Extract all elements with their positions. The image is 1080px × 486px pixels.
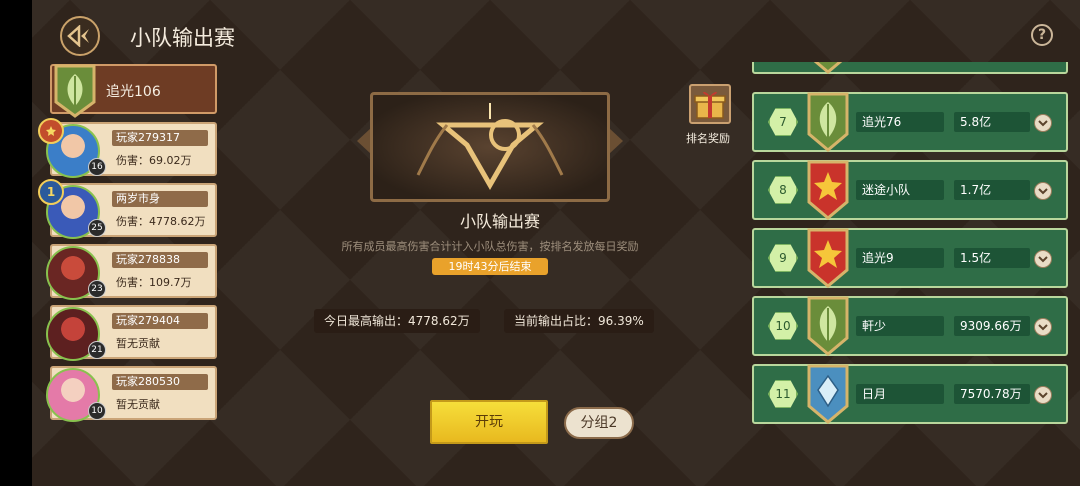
leaf-emblem-icon xyxy=(807,296,849,356)
member-name: 两岁市身 xyxy=(112,191,208,207)
banner-ornament-right xyxy=(609,128,623,154)
banner-ornament-left xyxy=(357,128,371,154)
member-card[interactable]: 16 玩家279317 伤害：69.02万 xyxy=(38,118,217,178)
member-damage: 暂无贡献 xyxy=(116,398,160,411)
team-name: 迷途小队 xyxy=(856,180,944,200)
rank-number: 11 xyxy=(768,380,798,408)
rank-number: 10 xyxy=(768,312,798,340)
help-button[interactable]: ? xyxy=(1031,24,1053,46)
ranking-row[interactable]: 8 迷途小队 1.7亿 xyxy=(752,160,1068,220)
event-banner xyxy=(370,92,610,202)
team-name: 追光76 xyxy=(856,112,944,132)
chevron-down-icon[interactable] xyxy=(1034,250,1052,268)
ranking-row[interactable]: 9 追光9 1.5亿 xyxy=(752,228,1068,288)
rank-number: 9 xyxy=(768,244,798,272)
ranking-list[interactable]: 7 追光76 5.8亿 8 迷途小队 1.7亿 9 追光9 1.5亿 10 軒少… xyxy=(746,62,1076,486)
back-button[interactable] xyxy=(60,16,100,56)
group-button[interactable]: 分组2 xyxy=(564,407,634,439)
team-name: 追光106 xyxy=(106,84,161,100)
rank-medal-1: 1 xyxy=(38,179,64,205)
rank-number: 8 xyxy=(768,176,798,204)
member-name: 玩家279404 xyxy=(112,313,208,329)
chevron-down-icon[interactable] xyxy=(1034,114,1052,132)
team-output: 1.7亿 xyxy=(954,180,1030,200)
team-name: 日月 xyxy=(856,384,944,404)
team-name: 軒少 xyxy=(856,316,944,336)
screen: 小队输出赛 ? 追光106 16 玩家279317 伤害：69.02万 1 25… xyxy=(0,0,1080,486)
gift-icon xyxy=(694,91,726,119)
star-emblem-icon xyxy=(807,228,849,288)
rank-medal-icon xyxy=(38,118,64,144)
play-button[interactable]: 开玩 xyxy=(430,400,548,444)
level-badge: 23 xyxy=(88,280,106,298)
leaf-emblem-icon xyxy=(54,64,96,118)
star-emblem-icon xyxy=(807,160,849,220)
chevron-down-icon[interactable] xyxy=(1034,182,1052,200)
event-timer: 19时43分后结束 xyxy=(432,258,548,275)
current-output-ratio: 当前输出占比：96.39% xyxy=(504,309,654,333)
ranking-row[interactable]: 7 追光76 5.8亿 xyxy=(752,92,1068,152)
team-name: 追光9 xyxy=(856,248,944,268)
member-name: 玩家278838 xyxy=(112,252,208,268)
ranking-row[interactable]: 11 日月 7570.78万 xyxy=(752,364,1068,424)
team-output: 7570.78万 xyxy=(954,384,1030,404)
event-emblem-icon xyxy=(416,103,564,191)
leaf-emblem-icon xyxy=(807,92,849,152)
today-max-output: 今日最高输出：4778.62万 xyxy=(314,309,480,333)
chevron-down-icon[interactable] xyxy=(1034,318,1052,336)
team-output: 1.5亿 xyxy=(954,248,1030,268)
rank-reward-button[interactable] xyxy=(689,84,731,124)
member-damage: 伤害：109.7万 xyxy=(116,276,192,289)
level-badge: 16 xyxy=(88,158,106,176)
member-name: 玩家279317 xyxy=(112,130,208,146)
rank-number: 7 xyxy=(768,108,798,136)
chevron-down-icon[interactable] xyxy=(1034,386,1052,404)
rank-reward-label: 排名奖励 xyxy=(686,132,730,145)
member-card[interactable]: 21 玩家279404 暂无贡献 xyxy=(46,305,217,361)
member-damage: 伤害：69.02万 xyxy=(116,154,192,167)
ranking-row-partial[interactable] xyxy=(752,62,1068,74)
level-badge: 10 xyxy=(88,402,106,420)
level-badge: 21 xyxy=(88,341,106,359)
team-header[interactable]: 追光106 xyxy=(50,64,217,118)
page-title: 小队输出赛 xyxy=(130,26,235,50)
leaf-emblem-icon xyxy=(813,62,843,74)
back-arrow-icon xyxy=(67,25,89,47)
member-damage: 暂无贡献 xyxy=(116,337,160,350)
team-output: 9309.66万 xyxy=(954,316,1030,336)
member-name: 玩家280530 xyxy=(112,374,208,390)
ranking-row[interactable]: 10 軒少 9309.66万 xyxy=(752,296,1068,356)
member-card[interactable]: 10 玩家280530 暂无贡献 xyxy=(46,366,217,422)
crystal-emblem-icon xyxy=(807,364,849,424)
team-output: 5.8亿 xyxy=(954,112,1030,132)
